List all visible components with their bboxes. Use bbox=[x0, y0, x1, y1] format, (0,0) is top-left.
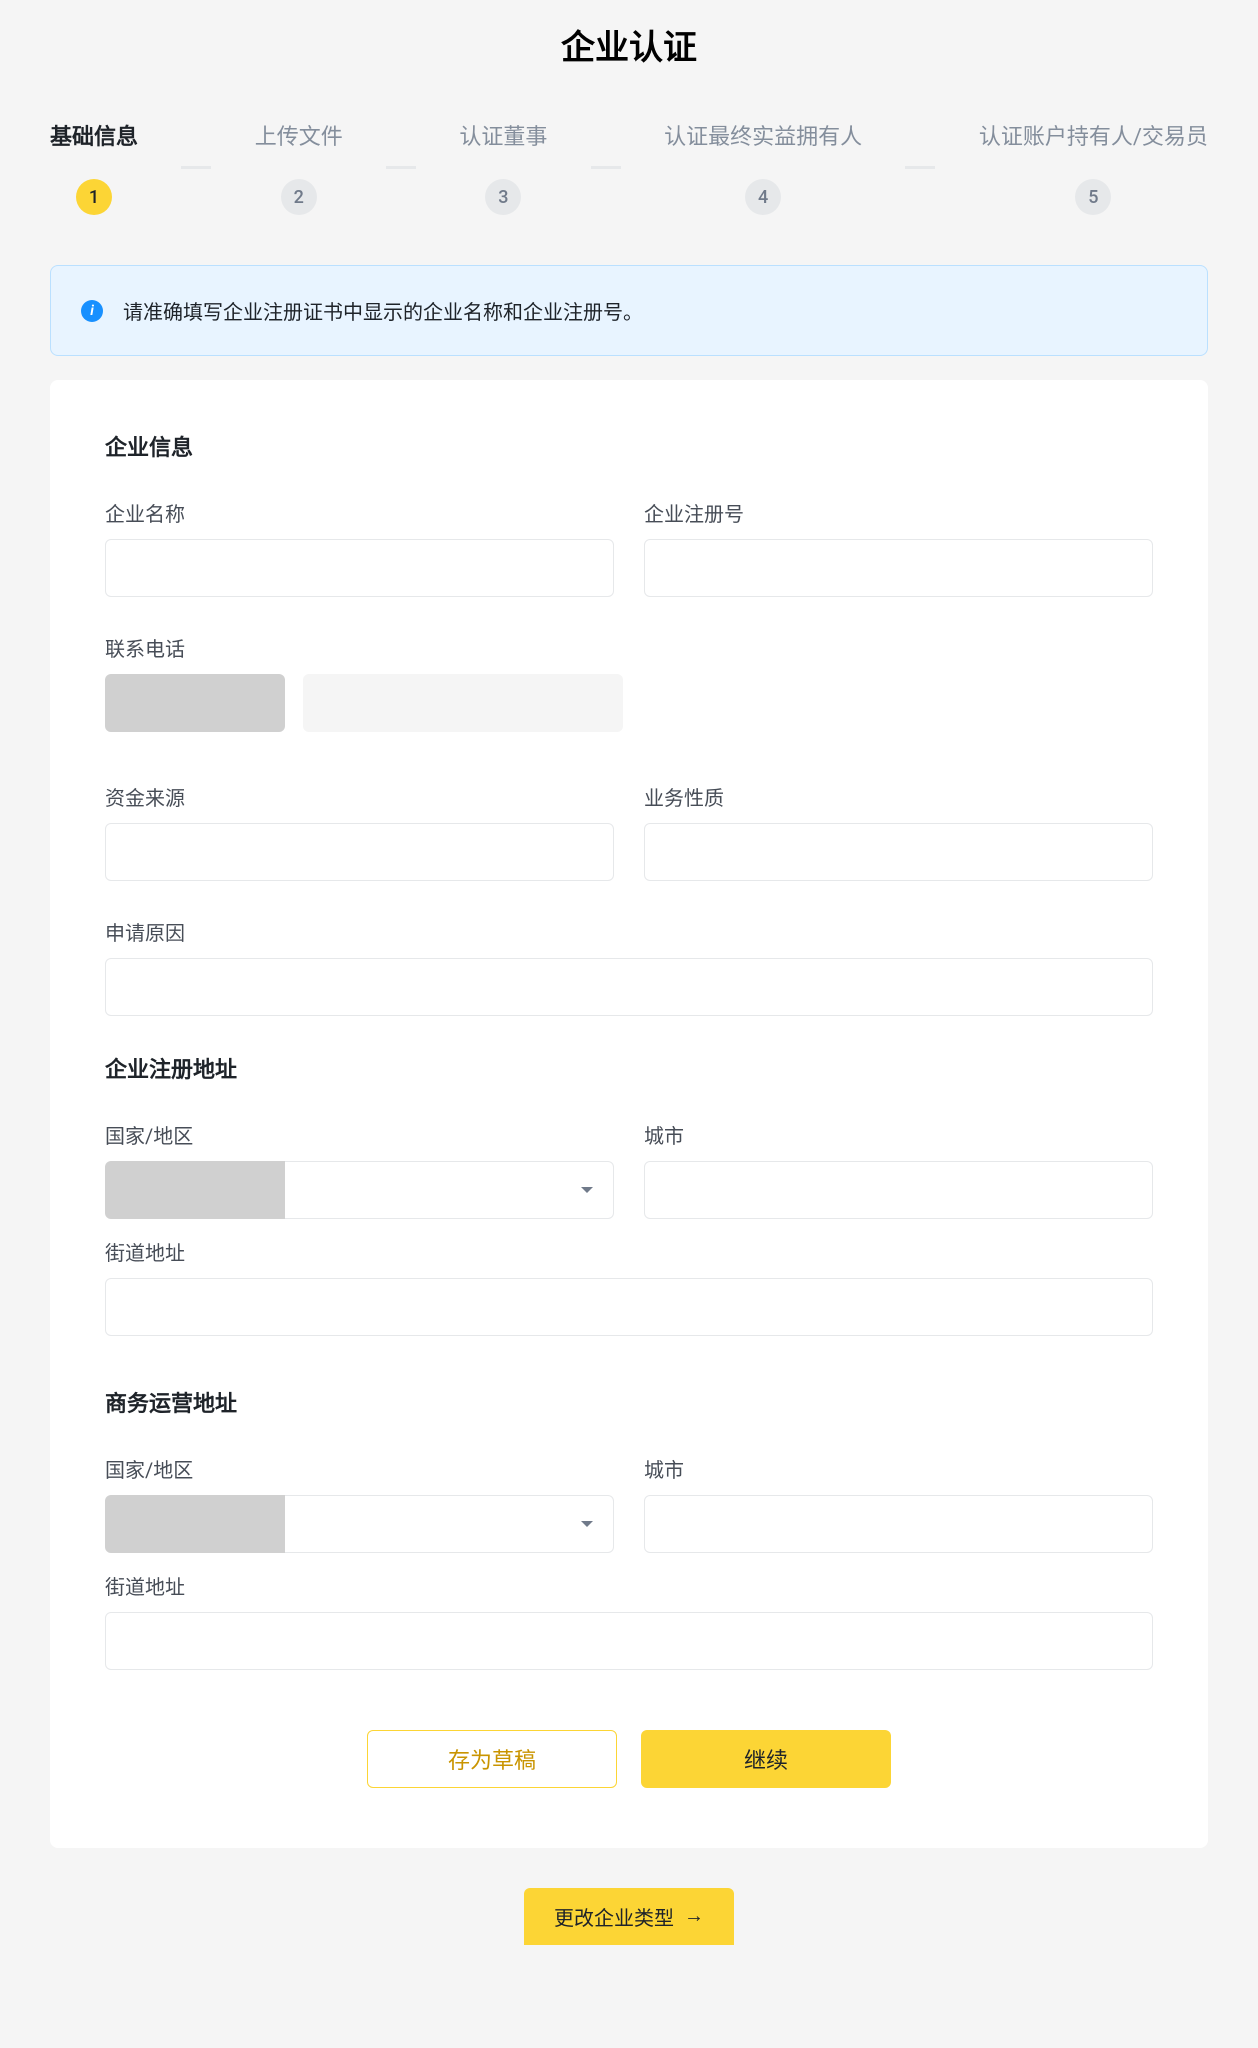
info-banner: i 请准确填写企业注册证书中显示的企业名称和企业注册号。 bbox=[50, 265, 1208, 356]
operating-street-label: 街道地址 bbox=[105, 1571, 1153, 1600]
change-type-label: 更改企业类型 bbox=[554, 1902, 674, 1931]
registered-city-label: 城市 bbox=[644, 1120, 1153, 1149]
registered-country-label: 国家/地区 bbox=[105, 1120, 614, 1149]
step-4-label[interactable]: 认证最终实益拥有人 bbox=[664, 119, 862, 151]
steps-navigation: 基础信息 1 上传文件 2 认证董事 3 认证最终实益拥有人 4 认证账户持有人… bbox=[50, 119, 1208, 215]
registered-country-select[interactable] bbox=[105, 1161, 614, 1219]
step-2-label[interactable]: 上传文件 bbox=[255, 119, 343, 151]
info-banner-text: 请准确填写企业注册证书中显示的企业名称和企业注册号。 bbox=[123, 296, 643, 325]
step-3-label[interactable]: 认证董事 bbox=[459, 119, 547, 151]
form-card: 企业信息 企业名称 企业注册号 联系电话 资金来源 bbox=[50, 380, 1208, 1848]
funding-source-input[interactable] bbox=[105, 823, 614, 881]
registered-address-title: 企业注册地址 bbox=[105, 1052, 1153, 1084]
save-draft-button[interactable]: 存为草稿 bbox=[367, 1730, 617, 1788]
step-connector bbox=[905, 166, 935, 169]
business-nature-label: 业务性质 bbox=[644, 782, 1153, 811]
phone-country-code-select[interactable] bbox=[105, 674, 285, 732]
business-nature-input[interactable] bbox=[644, 823, 1153, 881]
continue-button[interactable]: 继续 bbox=[641, 1730, 891, 1788]
registered-country-flag bbox=[105, 1161, 285, 1219]
step-2-circle: 2 bbox=[281, 179, 317, 215]
change-entity-type-button[interactable]: 更改企业类型 → bbox=[524, 1888, 734, 1945]
registered-street-input[interactable] bbox=[105, 1278, 1153, 1336]
step-1-circle: 1 bbox=[76, 179, 112, 215]
operating-city-label: 城市 bbox=[644, 1454, 1153, 1483]
chevron-down-icon bbox=[581, 1187, 593, 1193]
step-3-circle: 3 bbox=[485, 179, 521, 215]
phone-number-input[interactable] bbox=[303, 674, 623, 732]
registration-number-label: 企业注册号 bbox=[644, 498, 1153, 527]
step-5-label[interactable]: 认证账户持有人/交易员 bbox=[979, 119, 1208, 151]
operating-address-title: 商务运营地址 bbox=[105, 1386, 1153, 1418]
registered-city-input[interactable] bbox=[644, 1161, 1153, 1219]
step-1-label[interactable]: 基础信息 bbox=[50, 119, 138, 151]
application-reason-label: 申请原因 bbox=[105, 917, 1153, 946]
step-connector bbox=[181, 166, 211, 169]
step-4-circle: 4 bbox=[745, 179, 781, 215]
funding-source-label: 资金来源 bbox=[105, 782, 614, 811]
phone-label: 联系电话 bbox=[105, 633, 1153, 662]
step-connector bbox=[591, 166, 621, 169]
company-info-title: 企业信息 bbox=[105, 430, 1153, 462]
info-icon: i bbox=[81, 300, 103, 322]
company-name-label: 企业名称 bbox=[105, 498, 614, 527]
chevron-down-icon bbox=[581, 1521, 593, 1527]
company-name-input[interactable] bbox=[105, 539, 614, 597]
registered-street-label: 街道地址 bbox=[105, 1237, 1153, 1266]
application-reason-input[interactable] bbox=[105, 958, 1153, 1016]
arrow-right-icon: → bbox=[684, 1905, 704, 1928]
operating-country-select[interactable] bbox=[105, 1495, 614, 1553]
step-5-circle: 5 bbox=[1075, 179, 1111, 215]
operating-city-input[interactable] bbox=[644, 1495, 1153, 1553]
page-title: 企业认证 bbox=[50, 20, 1208, 69]
operating-country-label: 国家/地区 bbox=[105, 1454, 614, 1483]
operating-country-flag bbox=[105, 1495, 285, 1553]
registration-number-input[interactable] bbox=[644, 539, 1153, 597]
operating-street-input[interactable] bbox=[105, 1612, 1153, 1670]
step-connector bbox=[386, 166, 416, 169]
